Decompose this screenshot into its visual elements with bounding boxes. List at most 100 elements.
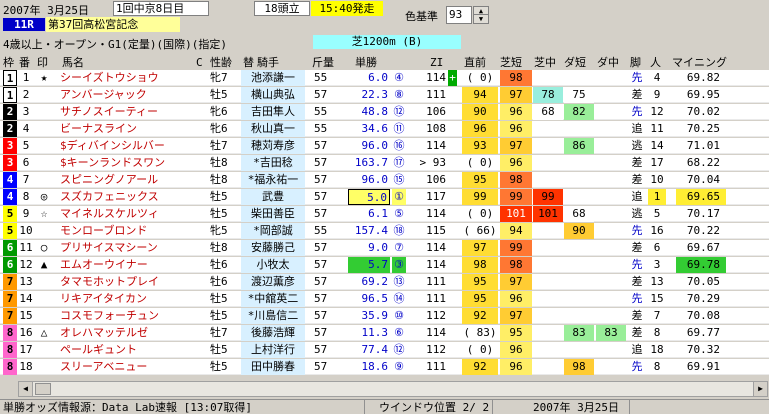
col-hat[interactable]: 替 xyxy=(243,56,254,70)
odds-rank: ⑰ xyxy=(393,156,405,169)
dirt-mid xyxy=(596,359,626,375)
running-style: 追 xyxy=(631,122,643,135)
weight: 57 xyxy=(314,292,328,305)
horse-name: オレハマッテルゼ xyxy=(60,326,148,339)
win-odds: 22.3 xyxy=(361,88,389,101)
col-pop[interactable]: 人 xyxy=(650,56,661,70)
table-row[interactable]: 7 14 リキアイタイカン 牡5 *中舘英二 57 96.5 ⑭ 111 95 96 先 15 70.29 xyxy=(0,291,769,307)
table-row[interactable]: 3 6 $キーンランドスワン 牡8 *吉田稔 57 163.7 ⑰ > 93 ( 0) 96 差 17 6… xyxy=(0,155,769,171)
dirt-short xyxy=(564,121,594,137)
turf-short: 97 xyxy=(500,274,532,290)
weight: 55 xyxy=(314,71,328,84)
prediction-mark xyxy=(37,274,51,290)
table-row[interactable]: 4 7 スピニングノアール 牡8 *福永祐一 57 96.0 ⑮ 106 95 98 差 10 70.04 xyxy=(0,172,769,188)
table-row[interactable]: 7 15 コスモフォーチュン 牡5 *川島信二 57 35.9 ⑩ 112 92 97 差 7 70.08 xyxy=(0,308,769,324)
zi-plus xyxy=(448,257,457,273)
jockey-name: 吉田隼人 xyxy=(241,104,305,120)
weight: 57 xyxy=(314,241,328,254)
running-style: 先 xyxy=(631,224,643,237)
dirt-mid xyxy=(596,206,626,222)
sex-age: 牡5 xyxy=(210,343,228,356)
col-sexage[interactable]: 性齢 xyxy=(210,56,232,70)
jockey-name: 秋山真一 xyxy=(241,121,305,137)
prediction-mark: ★ xyxy=(40,71,48,84)
sex-age: 牝6 xyxy=(210,122,228,135)
popularity: 13 xyxy=(650,275,664,288)
table-row[interactable]: 2 3 サチノスイーティー 牝6 吉田隼人 55 48.8 ⑫ 106 90 96 68 82 先 12 70… xyxy=(0,104,769,120)
col-num[interactable]: 番 xyxy=(19,56,30,70)
col-turf-short[interactable]: 芝短 xyxy=(500,56,522,70)
waku-cell: 7 xyxy=(3,308,17,324)
zi-plus xyxy=(448,291,457,307)
table-row[interactable]: 5 9 ☆ マイネルスケルツィ 牡5 柴田善臣 57 6.1 ⑤ 114( 0) 101 101 68 逃… xyxy=(0,206,769,222)
table-row[interactable]: 2 4 ビーナスライン 牝6 秋山真一 55 34.6 ⑪ 108 96 96 追 11 70.25 xyxy=(0,121,769,137)
table-row[interactable]: 7 13 タマモホットプレイ 牡6 渡辺薫彦 57 69.2 ⑬ 111 95 97 差 13 70.05 xyxy=(0,274,769,290)
jockey-name: 安藤勝己 xyxy=(241,240,305,256)
col-turf-mid[interactable]: 芝中 xyxy=(534,56,556,70)
zi-plus xyxy=(448,359,457,375)
table-row[interactable]: 3 5 $ディバインシルバー 牡7 穂苅寿彦 57 96.0 ⑯ 114 93 97 86 逃 14 71.… xyxy=(0,138,769,154)
scroll-right-icon[interactable]: ▶ xyxy=(753,382,767,396)
scroll-thumb[interactable] xyxy=(35,383,51,395)
table-row[interactable]: 8 16 △ オレハマッテルゼ 牡7 後藤浩輝 57 11.3 ⑥ 114( 83) 95 83 83 差… xyxy=(0,325,769,341)
col-zi[interactable]: ZI xyxy=(430,56,443,70)
prev-index: ( 0) xyxy=(466,343,494,356)
table-row[interactable]: 6 12 ▲ エムオーウイナー 牡6 小牧太 57 5.7 ③ 114 98 98 先 3 69.78 xyxy=(0,257,769,273)
waku-cell: 8 xyxy=(3,359,17,375)
win-odds: 18.6 xyxy=(361,360,389,373)
col-mining[interactable]: マイニング xyxy=(672,56,727,70)
running-style: 逃 xyxy=(631,139,643,152)
weight: 57 xyxy=(314,139,328,152)
running-style: 逃 xyxy=(631,207,643,220)
horizontal-scrollbar[interactable]: ◀ ▶ xyxy=(18,381,768,397)
table-row[interactable]: 1 1 ★ シーイズトウショウ 牝7 池添謙一 55 6.0 ④ 114 + ( 0) 98 先 4 69.8… xyxy=(0,70,769,86)
col-dirt-mid[interactable]: ダ中 xyxy=(597,56,619,70)
sex-age: 牡8 xyxy=(210,241,228,254)
turf-short: 98 xyxy=(500,172,532,188)
color-basis-input[interactable]: 93 xyxy=(446,6,472,24)
col-name[interactable]: 馬名 xyxy=(62,56,84,70)
spin-down-icon[interactable]: ▼ xyxy=(474,15,488,23)
win-odds: 5.7 xyxy=(348,257,390,273)
col-prev[interactable]: 直前 xyxy=(464,56,486,70)
col-mark[interactable]: 印 xyxy=(37,56,48,70)
zi-index: 108 xyxy=(426,122,446,135)
horse-name: スズカフェニックス xyxy=(60,190,159,203)
running-style: 差 xyxy=(631,88,643,101)
meeting-label: 1回中京8日目 xyxy=(113,1,209,16)
table-row[interactable]: 8 17 ペールギュント 牡5 上村洋行 57 77.4 ⑫ 112 ( 0) 96 追 18 70.32 xyxy=(0,342,769,358)
spin-up-icon[interactable]: ▲ xyxy=(474,7,488,15)
turf-mid: 68 xyxy=(533,104,563,120)
scroll-left-icon[interactable]: ◀ xyxy=(19,382,33,396)
col-waku[interactable]: 枠 xyxy=(3,56,14,70)
horse-name: シーイズトウショウ xyxy=(60,71,159,84)
col-win-odds[interactable]: 単勝 xyxy=(355,56,377,70)
odds-rank: ③ xyxy=(392,257,406,273)
col-c[interactable]: C xyxy=(196,56,203,70)
popularity: 12 xyxy=(650,105,664,118)
waku-cell: 8 xyxy=(3,325,17,341)
turf-mid xyxy=(533,172,563,188)
col-dirt-short[interactable]: ダ短 xyxy=(564,56,586,70)
prev-index: 94 xyxy=(462,87,498,103)
col-style[interactable]: 脚 xyxy=(630,56,641,70)
sex-age: 牡5 xyxy=(210,88,228,101)
table-row[interactable]: 8 18 スリーアベニュー 牡5 田中勝春 57 18.6 ⑨ 111 92 96 98 先 8 69.91 xyxy=(0,359,769,375)
table-row[interactable]: 4 8 ◎ スズカフェニックス 牡5 武豊 57 5.0 ① 117 99 99 99 追 1 69.65 xyxy=(0,189,769,205)
prev-index: 95 xyxy=(462,274,498,290)
weight: 57 xyxy=(314,360,328,373)
color-basis-spinner[interactable]: ▲ ▼ xyxy=(473,6,489,24)
prediction-mark: ○ xyxy=(40,241,48,254)
table-row[interactable]: 6 11 ○ プリサイスマシーン 牡8 安藤勝己 57 9.0 ⑦ 114 97 99 差 6 69.67 xyxy=(0,240,769,256)
dirt-mid xyxy=(596,342,626,358)
col-jockey[interactable]: 騎手 xyxy=(257,56,279,70)
waku-cell: 3 xyxy=(3,138,17,154)
dirt-mid xyxy=(596,223,626,239)
horse-name: エムオーウイナー xyxy=(60,258,148,271)
horse-name: スピニングノアール xyxy=(60,173,159,186)
table-row[interactable]: 5 10 モンローブロンド 牝5 *岡部誠 55 157.4 ⑱ 115 ( 66) 94 90 先 16… xyxy=(0,223,769,239)
running-style: 差 xyxy=(631,241,643,254)
table-row[interactable]: 1 2 アンバージャック 牡5 横山典弘 57 22.3 ⑧ 111 94 97 78 75 差 9 69.9… xyxy=(0,87,769,103)
running-style: 追 xyxy=(631,190,643,203)
col-weight[interactable]: 斤量 xyxy=(312,56,334,70)
